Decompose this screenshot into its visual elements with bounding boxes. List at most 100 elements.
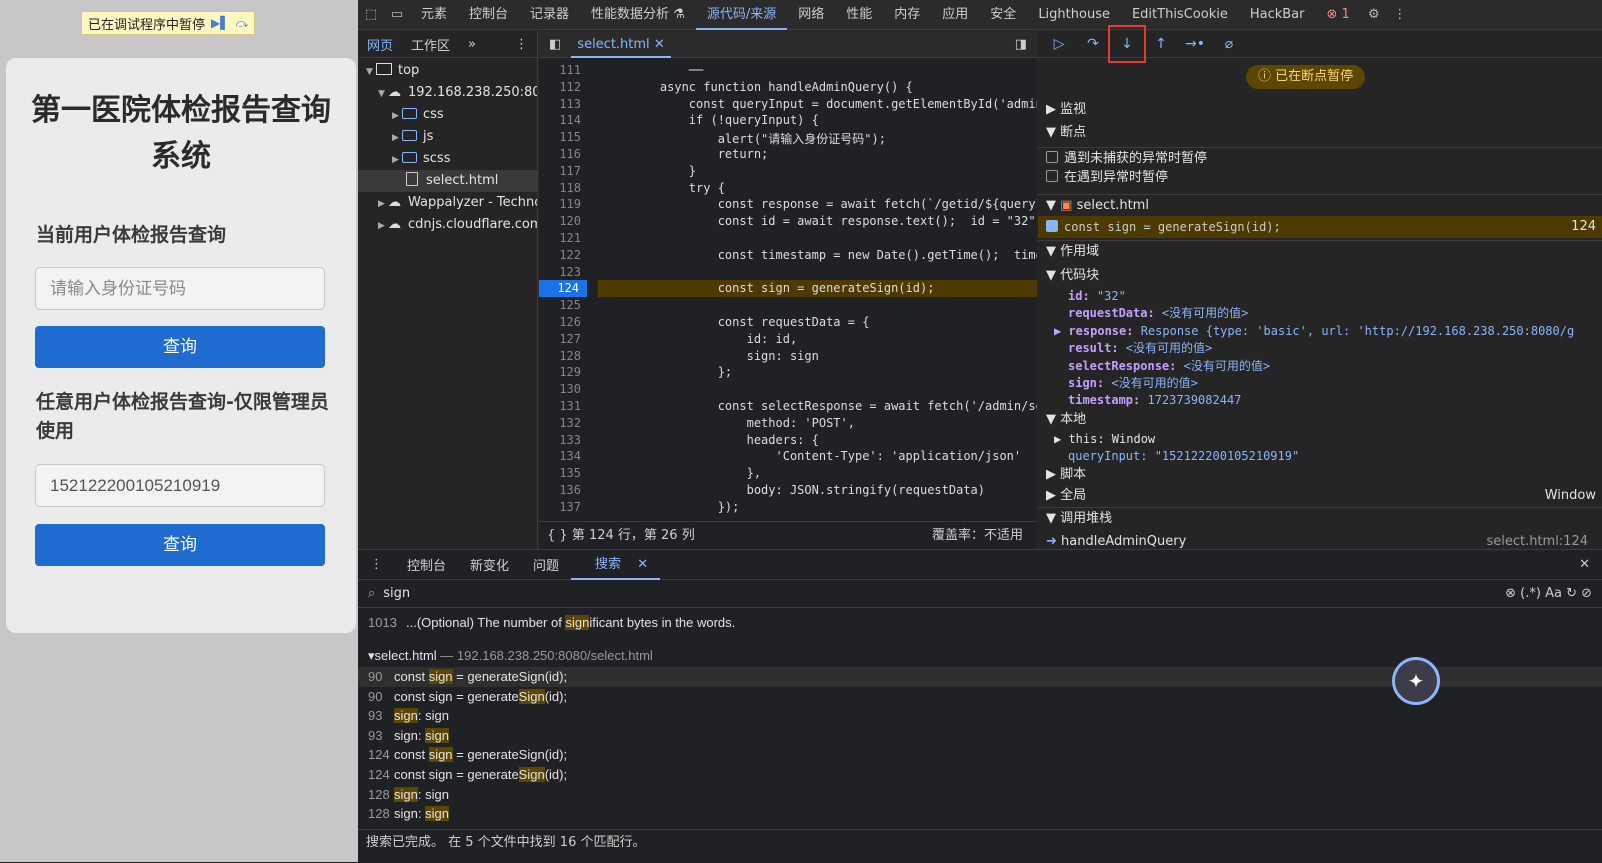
code-line[interactable]: const response = await fetch(`/getid/${q… <box>631 197 1037 211</box>
nav-tab-workspace[interactable]: 工作区 <box>402 35 459 54</box>
ai-assistant-icon[interactable]: ✦ <box>1392 657 1440 705</box>
tab-editthiscookie[interactable]: EditThisCookie <box>1121 0 1239 30</box>
breakpoint-item[interactable]: const sign = generateSign(id); 124 <box>1038 216 1602 238</box>
toggle-navigator-icon[interactable]: ◧ <box>539 37 571 52</box>
step-icon[interactable]: →• <box>1180 36 1210 52</box>
watch-section[interactable]: ▶ 监视 <box>1038 99 1602 121</box>
tab-network[interactable]: 网络 <box>787 0 835 30</box>
inspect-element-icon[interactable]: ⬚ <box>358 7 384 22</box>
line-number[interactable]: 121 <box>539 231 587 245</box>
tab-security[interactable]: 安全 <box>979 0 1027 30</box>
nav-tab-page[interactable]: 网页 <box>358 35 402 54</box>
line-number[interactable]: 129 <box>539 365 587 379</box>
code-line[interactable]: if (!queryInput) { <box>631 113 1037 127</box>
line-number[interactable]: 120 <box>539 214 587 228</box>
tab-lighthouse[interactable]: Lighthouse <box>1027 0 1121 30</box>
tab-hackbar[interactable]: HackBar <box>1239 0 1316 30</box>
line-number[interactable]: 132 <box>539 416 587 430</box>
drawer-tab-issues[interactable]: 问题 <box>521 555 571 574</box>
step-over-icon[interactable]: ⤼ <box>235 16 248 31</box>
breakpoint-marker[interactable]: 124 <box>539 280 587 298</box>
line-number[interactable]: 127 <box>539 332 587 346</box>
tree-item-host[interactable]: ▼☁192.168.238.250:8080 <box>358 82 537 104</box>
line-number[interactable]: 122 <box>539 248 587 262</box>
tab-console[interactable]: 控制台 <box>458 0 519 30</box>
code-line[interactable]: }); <box>631 500 1037 514</box>
line-number[interactable]: 125 <box>539 298 587 312</box>
line-number[interactable]: 123 <box>539 265 587 279</box>
code-line[interactable]: async function handleAdminQuery() { <box>631 80 1037 94</box>
checkbox[interactable] <box>1046 151 1058 163</box>
error-badge[interactable]: ⊗ 1 <box>1316 0 1361 30</box>
code-line[interactable]: 'Content-Type': 'application/json' <box>631 449 1037 463</box>
file-tab-select-html[interactable]: select.html ✕ <box>571 31 671 58</box>
drawer-tab-console[interactable]: 控制台 <box>395 555 458 574</box>
line-number[interactable]: 137 <box>539 500 587 514</box>
code-line[interactable]: const queryInput = document.getElementBy… <box>631 97 1037 111</box>
drawer-menu-icon[interactable]: ⋮ <box>358 557 395 572</box>
scope-section[interactable]: ▼ 作用域 <box>1038 240 1602 262</box>
settings-gear-icon[interactable]: ⚙ <box>1361 7 1387 22</box>
more-menu-icon[interactable]: ⋮ <box>1387 7 1413 22</box>
drawer-tab-changes[interactable]: 新变化 <box>458 555 521 574</box>
search-result-row[interactable]: 1013 ...(Optional) The number of signific… <box>358 613 1602 633</box>
format-icon[interactable]: { } <box>547 528 568 543</box>
resume-icon[interactable]: ▷ <box>1044 36 1074 52</box>
tree-item-cdnjs[interactable]: ▶ ☁ cdnjs.cloudflare.com <box>358 214 537 236</box>
code-line[interactable]: method: 'POST', <box>631 416 1037 430</box>
line-number[interactable]: 133 <box>539 433 587 447</box>
step-into-icon[interactable]: ↓ <box>1108 25 1146 63</box>
line-number[interactable]: 119 <box>539 197 587 211</box>
tree-item-css[interactable]: ▶ css <box>358 104 537 126</box>
close-icon[interactable]: ✕ <box>654 37 665 52</box>
device-toolbar-icon[interactable]: ▭ <box>384 7 410 22</box>
search-input[interactable]: sign <box>383 586 410 601</box>
call-stack-section[interactable]: ▼ 调用堆栈 <box>1038 507 1602 529</box>
code-line[interactable]: const timestamp = new Date().getTime(); … <box>631 248 1037 262</box>
block-scope[interactable]: ▼ 代码块 <box>1038 265 1602 287</box>
code-line[interactable]: }; <box>631 365 1037 379</box>
query-button[interactable]: 查询 <box>35 326 325 368</box>
line-number[interactable]: 114 <box>539 113 587 127</box>
step-out-icon[interactable]: ↑ <box>1146 36 1176 52</box>
code-area[interactable]: 111 ── 112 async function handleAdminQuer… <box>539 59 1037 521</box>
tab-performance-insights[interactable]: 性能数据分析 ⚗ <box>580 0 696 30</box>
code-line[interactable]: const selectResponse = await fetch('/adm… <box>631 399 1037 413</box>
step-over-icon[interactable]: ↷ <box>1078 36 1108 52</box>
line-number[interactable]: 135 <box>539 466 587 480</box>
breakpoints-section[interactable]: ▼ 断点 <box>1038 122 1602 144</box>
search-result-row[interactable]: 93 sign: sign <box>358 726 1602 746</box>
tab-memory[interactable]: 内存 <box>883 0 931 30</box>
code-line[interactable]: id: id, <box>631 332 1037 346</box>
line-number[interactable]: 136 <box>539 483 587 497</box>
script-scope[interactable]: ▶ 脚本 <box>1038 464 1602 486</box>
tree-item-js[interactable]: ▶ js <box>358 126 537 148</box>
code-line[interactable]: try { <box>631 181 1037 195</box>
search-result-row[interactable]: 128 sign: sign <box>358 785 1602 805</box>
drawer-tab-search[interactable]: 搜索 ✕ <box>571 550 661 580</box>
admin-id-input[interactable]: 152122200105210919 <box>35 464 325 507</box>
line-number[interactable]: 128 <box>539 349 587 363</box>
line-number[interactable]: 117 <box>539 164 587 178</box>
code-line[interactable]: }, <box>631 466 1037 480</box>
search-result-row[interactable]: 124 const sign = generateSign(id); <box>358 745 1602 765</box>
tree-item-select-html[interactable]: select.html <box>358 170 537 192</box>
toggle-debugger-icon[interactable]: ◨ <box>1015 37 1037 52</box>
line-number[interactable]: 116 <box>539 147 587 161</box>
line-number[interactable]: 111 <box>539 63 587 77</box>
code-line[interactable]: headers: { <box>631 433 1037 447</box>
line-number[interactable]: 126 <box>539 315 587 329</box>
checkbox[interactable] <box>1046 170 1058 182</box>
line-number[interactable]: 113 <box>539 97 587 111</box>
tab-sources[interactable]: 源代码/来源 <box>695 0 788 30</box>
line-number[interactable]: 130 <box>539 382 587 396</box>
deactivate-breakpoints-icon[interactable]: ⌀ <box>1214 36 1244 52</box>
code-line[interactable]: return; <box>631 147 1037 161</box>
tree-item-scss[interactable]: ▶ scss <box>358 148 537 170</box>
code-line[interactable]: } <box>631 164 1037 178</box>
line-number[interactable]: 112 <box>539 80 587 94</box>
tree-item-wappalyzer[interactable]: ▶☁Wappalyzer - Technology <box>358 192 537 214</box>
tree-item-top[interactable]: ▼ top <box>358 60 537 82</box>
breakpoint-file-group[interactable]: ▼ ▣ select.html <box>1038 194 1602 216</box>
pause-uncaught-option[interactable]: 遇到未捕获的异常时暂停 <box>1038 147 1602 169</box>
